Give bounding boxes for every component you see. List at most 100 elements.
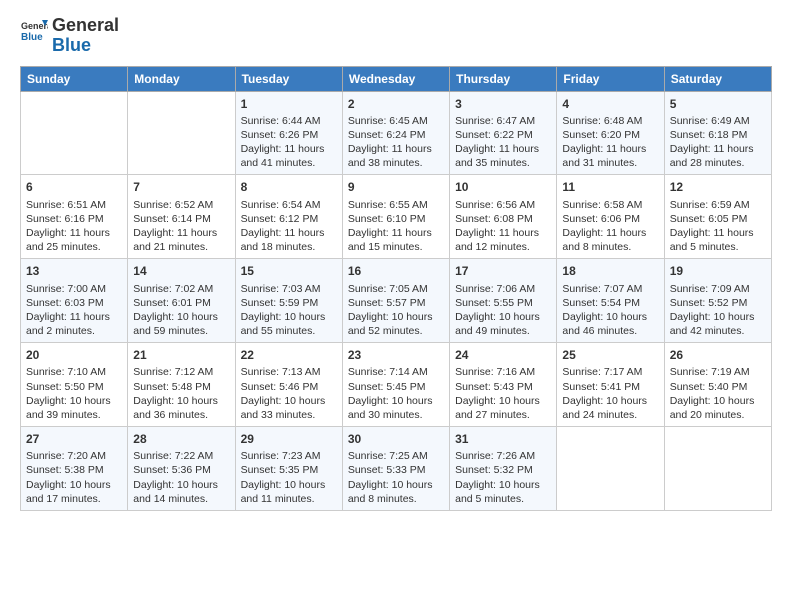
- day-info: Sunrise: 6:59 AM: [670, 198, 766, 212]
- day-info: Sunset: 6:06 PM: [562, 212, 658, 226]
- svg-text:Blue: Blue: [21, 32, 43, 43]
- day-info: Daylight: 10 hours and 17 minutes.: [26, 478, 122, 506]
- day-number: 6: [26, 179, 122, 195]
- calendar-cell: 18Sunrise: 7:07 AMSunset: 5:54 PMDayligh…: [557, 259, 664, 343]
- day-info: Sunrise: 7:05 AM: [348, 282, 444, 296]
- day-number: 8: [241, 179, 337, 195]
- day-number: 24: [455, 347, 551, 363]
- day-info: Sunset: 6:01 PM: [133, 296, 229, 310]
- day-info: Sunrise: 6:44 AM: [241, 114, 337, 128]
- day-number: 25: [562, 347, 658, 363]
- day-info: Daylight: 11 hours and 8 minutes.: [562, 226, 658, 254]
- day-number: 10: [455, 179, 551, 195]
- day-info: Sunset: 6:10 PM: [348, 212, 444, 226]
- day-info: Sunrise: 7:16 AM: [455, 365, 551, 379]
- calendar-cell: 23Sunrise: 7:14 AMSunset: 5:45 PMDayligh…: [342, 343, 449, 427]
- day-info: Sunset: 5:50 PM: [26, 380, 122, 394]
- day-info: Sunrise: 7:17 AM: [562, 365, 658, 379]
- day-info: Daylight: 10 hours and 27 minutes.: [455, 394, 551, 422]
- day-info: Sunset: 5:57 PM: [348, 296, 444, 310]
- day-info: Sunset: 5:48 PM: [133, 380, 229, 394]
- day-info: Sunset: 6:05 PM: [670, 212, 766, 226]
- day-info: Sunset: 5:41 PM: [562, 380, 658, 394]
- day-number: 29: [241, 431, 337, 447]
- day-info: Sunrise: 6:45 AM: [348, 114, 444, 128]
- day-info: Daylight: 10 hours and 24 minutes.: [562, 394, 658, 422]
- day-info: Sunrise: 7:02 AM: [133, 282, 229, 296]
- day-info: Sunset: 5:32 PM: [455, 463, 551, 477]
- calendar-cell: 19Sunrise: 7:09 AMSunset: 5:52 PMDayligh…: [664, 259, 771, 343]
- calendar-cell: [557, 427, 664, 511]
- day-number: 22: [241, 347, 337, 363]
- weekday-header-thursday: Thursday: [450, 66, 557, 91]
- day-number: 11: [562, 179, 658, 195]
- day-number: 19: [670, 263, 766, 279]
- calendar-cell: 20Sunrise: 7:10 AMSunset: 5:50 PMDayligh…: [21, 343, 128, 427]
- calendar-cell: 25 Sunrise: 7:17 AMSunset: 5:41 PMDayligh…: [557, 343, 664, 427]
- day-info: Sunset: 6:24 PM: [348, 128, 444, 142]
- day-info: Daylight: 10 hours and 14 minutes.: [133, 478, 229, 506]
- day-number: 27: [26, 431, 122, 447]
- calendar-cell: 30 Sunrise: 7:25 AMSunset: 5:33 PMDayligh…: [342, 427, 449, 511]
- day-info: Daylight: 10 hours and 55 minutes.: [241, 310, 337, 338]
- day-info: Sunrise: 7:25 AM: [348, 449, 444, 463]
- day-info: Daylight: 11 hours and 31 minutes.: [562, 142, 658, 170]
- calendar-cell: 29Sunrise: 7:23 AMSunset: 5:35 PMDayligh…: [235, 427, 342, 511]
- calendar-cell: 16Sunrise: 7:05 AMSunset: 5:57 PMDayligh…: [342, 259, 449, 343]
- calendar-cell: 22Sunrise: 7:13 AMSunset: 5:46 PMDayligh…: [235, 343, 342, 427]
- day-info: Daylight: 11 hours and 18 minutes.: [241, 226, 337, 254]
- day-info: Sunrise: 7:13 AM: [241, 365, 337, 379]
- day-info: Daylight: 10 hours and 8 minutes.: [348, 478, 444, 506]
- day-info: Sunrise: 7:07 AM: [562, 282, 658, 296]
- day-number: 30: [348, 431, 444, 447]
- day-info: Sunset: 6:22 PM: [455, 128, 551, 142]
- day-info: Daylight: 11 hours and 35 minutes.: [455, 142, 551, 170]
- day-number: 26: [670, 347, 766, 363]
- logo-text: General Blue: [52, 16, 119, 56]
- day-info: Sunrise: 6:56 AM: [455, 198, 551, 212]
- calendar-cell: [21, 91, 128, 175]
- calendar-cell: 24Sunrise: 7:16 AMSunset: 5:43 PMDayligh…: [450, 343, 557, 427]
- day-info: Daylight: 10 hours and 20 minutes.: [670, 394, 766, 422]
- day-info: Sunrise: 7:20 AM: [26, 449, 122, 463]
- day-info: Daylight: 11 hours and 2 minutes.: [26, 310, 122, 338]
- day-info: Sunrise: 6:51 AM: [26, 198, 122, 212]
- day-info: Sunset: 5:33 PM: [348, 463, 444, 477]
- day-number: 4: [562, 96, 658, 112]
- calendar-header-row: SundayMondayTuesdayWednesdayThursdayFrid…: [21, 66, 772, 91]
- calendar-week-2: 6Sunrise: 6:51 AMSunset: 6:16 PMDaylight…: [21, 175, 772, 259]
- day-info: Sunrise: 7:06 AM: [455, 282, 551, 296]
- day-info: Daylight: 10 hours and 52 minutes.: [348, 310, 444, 338]
- calendar-cell: [128, 91, 235, 175]
- day-number: 1: [241, 96, 337, 112]
- day-info: Sunrise: 6:55 AM: [348, 198, 444, 212]
- day-info: Daylight: 10 hours and 39 minutes.: [26, 394, 122, 422]
- logo-blue: Blue: [52, 35, 91, 55]
- general-blue-icon: General Blue: [20, 16, 48, 44]
- day-info: Daylight: 11 hours and 41 minutes.: [241, 142, 337, 170]
- day-info: Daylight: 11 hours and 21 minutes.: [133, 226, 229, 254]
- calendar-cell: 27Sunrise: 7:20 AMSunset: 5:38 PMDayligh…: [21, 427, 128, 511]
- day-info: Sunset: 5:54 PM: [562, 296, 658, 310]
- day-number: 15: [241, 263, 337, 279]
- day-info: Sunrise: 6:48 AM: [562, 114, 658, 128]
- day-info: Sunset: 5:55 PM: [455, 296, 551, 310]
- day-info: Sunset: 5:40 PM: [670, 380, 766, 394]
- day-number: 31: [455, 431, 551, 447]
- day-info: Sunset: 5:52 PM: [670, 296, 766, 310]
- day-info: Daylight: 10 hours and 59 minutes.: [133, 310, 229, 338]
- day-info: Sunrise: 7:10 AM: [26, 365, 122, 379]
- day-info: Sunset: 6:26 PM: [241, 128, 337, 142]
- calendar-cell: 28Sunrise: 7:22 AMSunset: 5:36 PMDayligh…: [128, 427, 235, 511]
- calendar-cell: 17Sunrise: 7:06 AMSunset: 5:55 PMDayligh…: [450, 259, 557, 343]
- weekday-header-saturday: Saturday: [664, 66, 771, 91]
- day-number: 14: [133, 263, 229, 279]
- day-info: Sunset: 6:20 PM: [562, 128, 658, 142]
- day-number: 28: [133, 431, 229, 447]
- day-info: Sunrise: 7:26 AM: [455, 449, 551, 463]
- day-info: Sunrise: 7:19 AM: [670, 365, 766, 379]
- day-info: Daylight: 10 hours and 36 minutes.: [133, 394, 229, 422]
- day-info: Sunset: 5:46 PM: [241, 380, 337, 394]
- day-info: Daylight: 11 hours and 38 minutes.: [348, 142, 444, 170]
- logo-general: General: [52, 15, 119, 35]
